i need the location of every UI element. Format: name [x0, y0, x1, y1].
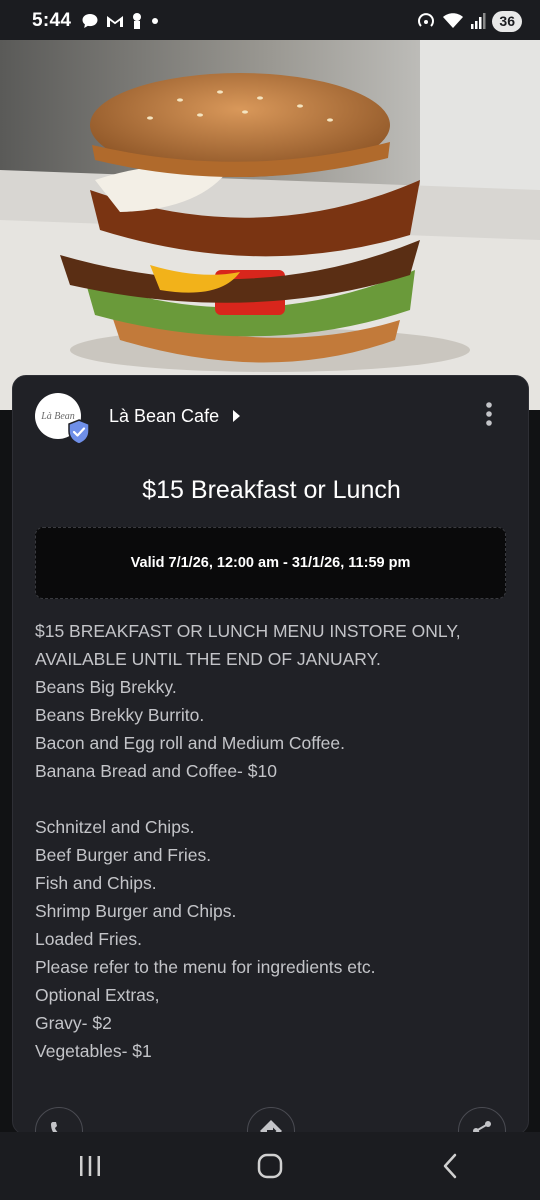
- validity-box: Valid 7/1/26, 12:00 am - 31/1/26, 11:59 …: [35, 527, 506, 599]
- home-icon: [257, 1153, 283, 1179]
- description-line: Vegetables- $1: [35, 1041, 152, 1061]
- more-options-button[interactable]: [481, 397, 497, 436]
- description-line: Banana Bread and Coffee- $10: [35, 761, 277, 781]
- back-button[interactable]: [410, 1141, 490, 1191]
- directions-button[interactable]: [247, 1107, 295, 1134]
- navigation-bar: [0, 1132, 540, 1200]
- wifi-icon: [443, 13, 464, 28]
- merchant-link[interactable]: Là Bean Cafe: [109, 406, 241, 427]
- share-button[interactable]: [458, 1107, 506, 1134]
- recent-apps-button[interactable]: [50, 1141, 130, 1191]
- offer-description: $15 BREAKFAST OR LUNCH MENU INSTORE ONLY…: [35, 617, 515, 1065]
- battery-indicator: 36: [492, 10, 522, 32]
- gmail-icon: [107, 16, 124, 27]
- offer-card: Là Bean Là Bean Cafe $15 Breakfast or Lu…: [12, 375, 529, 1135]
- description-line: Shrimp Burger and Chips.: [35, 901, 237, 921]
- description-line: Beef Burger and Fries.: [35, 845, 212, 865]
- more-vert-icon: [486, 401, 492, 426]
- signal-icon: [471, 13, 486, 29]
- description-line: Loaded Fries.: [35, 929, 143, 949]
- dot-icon: [152, 18, 159, 24]
- description-line: Bacon and Egg roll and Medium Coffee.: [35, 733, 346, 753]
- system-icons: 36: [416, 10, 522, 32]
- status-time: 5:44: [32, 10, 72, 31]
- card-header: Là Bean Là Bean Cafe: [35, 392, 515, 445]
- offer-title: $15 Breakfast or Lunch: [142, 476, 401, 504]
- back-icon: [443, 1153, 457, 1179]
- description-line: Beans Big Brekky.: [35, 677, 177, 697]
- description-line: Gravy- $2: [35, 1013, 112, 1033]
- description-line: [35, 785, 515, 813]
- notification-icons: [81, 12, 161, 30]
- merchant-name: Là Bean Cafe: [109, 405, 220, 426]
- chevron-right-icon: [233, 410, 241, 422]
- description-line: AVAILABLE UNTIL THE END OF JANUARY.: [35, 649, 381, 669]
- validity-text: Valid 7/1/26, 12:00 am - 31/1/26, 11:59 …: [130, 555, 411, 571]
- description-line: Schnitzel and Chips.: [35, 817, 195, 837]
- description-line: Fish and Chips.: [35, 873, 157, 893]
- status-bar: 5:44 36: [0, 0, 540, 42]
- lock-icon: [133, 13, 142, 29]
- verified-badge-icon: [68, 419, 90, 445]
- burger-photo: [0, 40, 540, 410]
- description-line: Beans Brekky Burrito.: [35, 705, 205, 725]
- hotspot-icon: [418, 13, 435, 27]
- description-line: $15 BREAKFAST OR LUNCH MENU INSTORE ONLY…: [35, 621, 461, 641]
- merchant-avatar[interactable]: Là Bean: [35, 393, 90, 445]
- home-button[interactable]: [230, 1141, 310, 1191]
- description-line: Optional Extras,: [35, 985, 160, 1005]
- recent-apps-icon: [80, 1156, 100, 1176]
- chat-icon: [82, 14, 98, 28]
- description-line: Please refer to the menu for ingredients…: [35, 957, 376, 977]
- call-button[interactable]: [35, 1107, 83, 1134]
